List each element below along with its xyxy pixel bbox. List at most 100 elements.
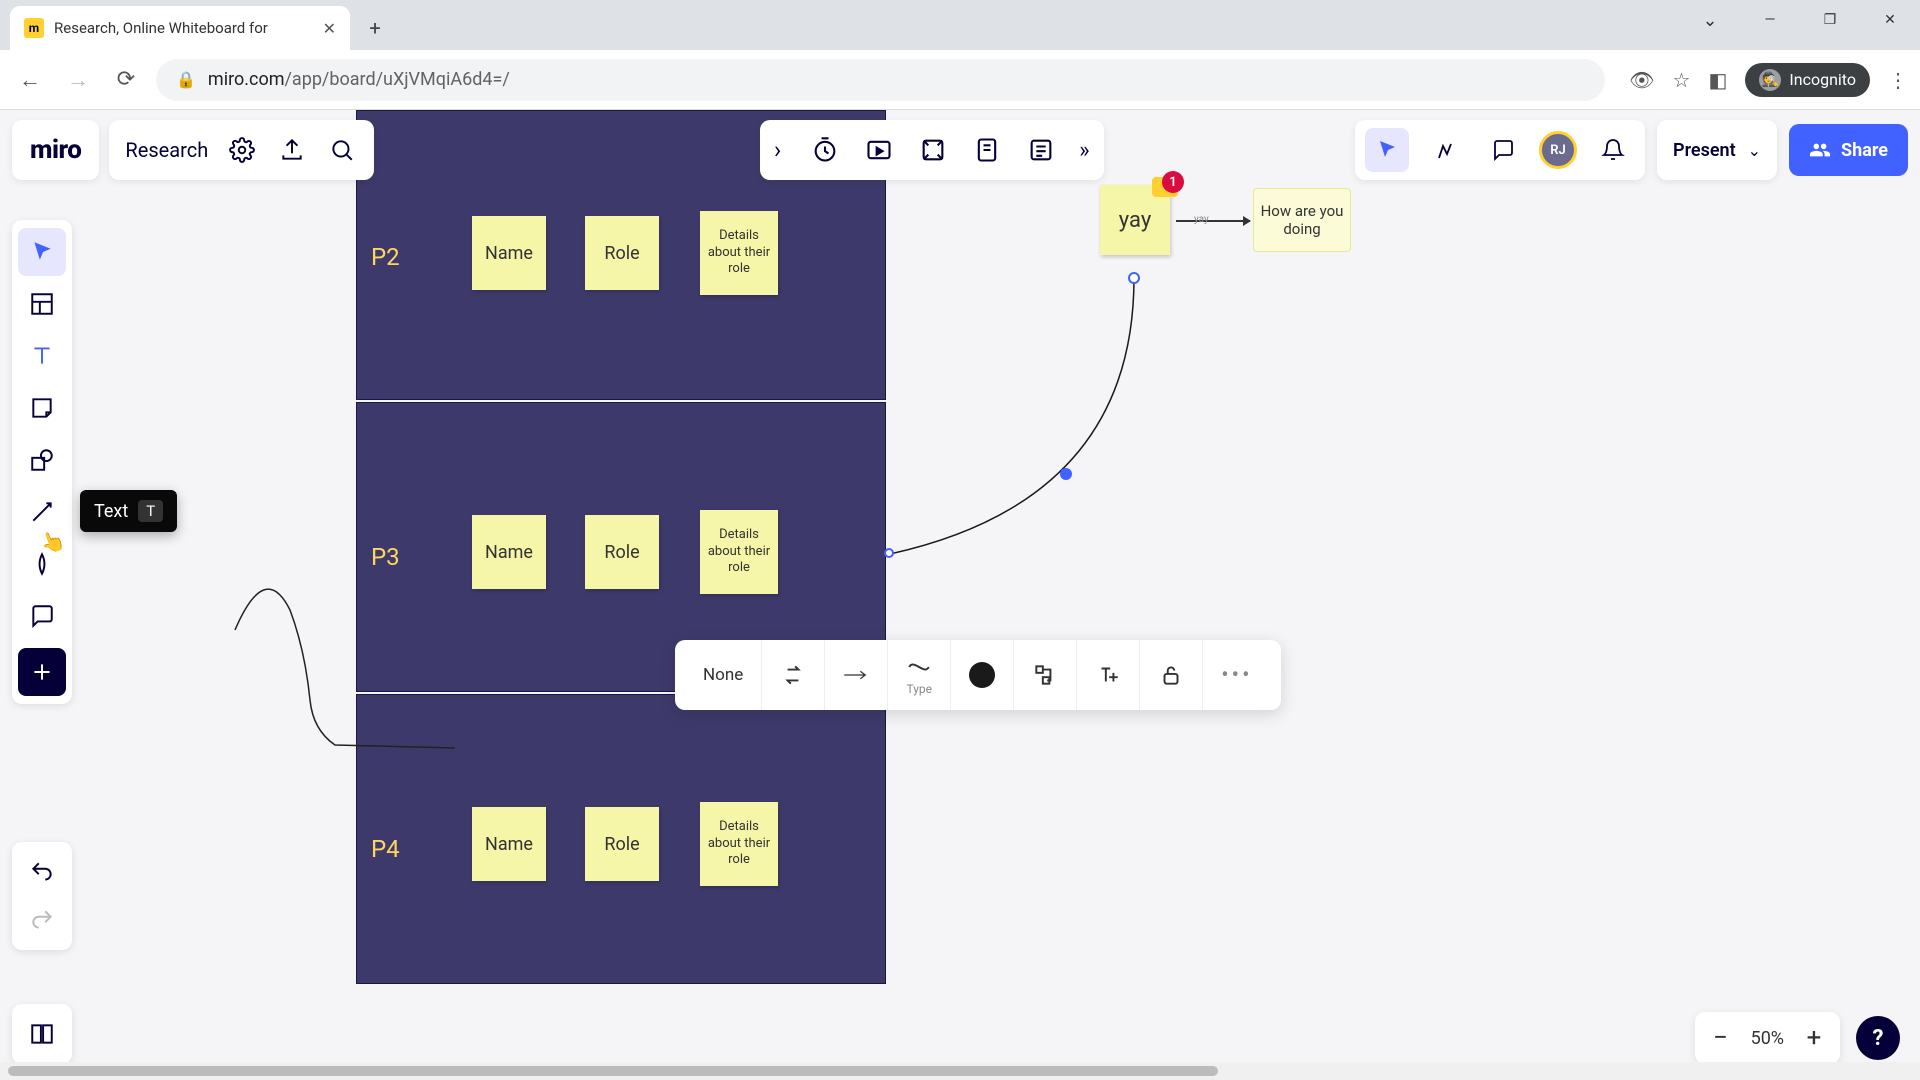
line-end-style[interactable] — [825, 640, 888, 710]
sticky-tool[interactable] — [18, 384, 66, 432]
maximize-window-icon[interactable]: ❐ — [1800, 0, 1860, 40]
sticky-details[interactable]: Details about their role — [700, 211, 778, 295]
sticky-yay[interactable]: yay 1 — [1100, 185, 1170, 255]
row-label: P3 — [371, 543, 400, 571]
tab-title: Research, Online Whiteboard for — [54, 19, 313, 37]
swap-ends-button[interactable] — [762, 640, 825, 710]
left-toolbar — [12, 220, 72, 704]
miro-favicon: m — [24, 18, 44, 38]
tooltip-shortcut: T — [138, 500, 163, 522]
help-button[interactable]: ? — [1856, 1016, 1900, 1060]
sticky-role[interactable]: Role — [585, 515, 659, 589]
more-apps-icon[interactable]: » — [1079, 138, 1089, 163]
more-options-button[interactable]: ••• — [1203, 640, 1270, 710]
search-icon[interactable] — [326, 134, 358, 166]
curve-mid-handle[interactable] — [1060, 468, 1072, 480]
horizontal-scrollbar[interactable] — [0, 1062, 1920, 1080]
board-name[interactable]: Research — [125, 138, 208, 162]
present-button[interactable]: Present — [1673, 140, 1736, 161]
sticky-how-are-you[interactable]: How are you doing — [1253, 188, 1351, 252]
sticky-details[interactable]: Details about their role — [700, 510, 778, 594]
comment-count-badge: 1 — [1162, 171, 1184, 193]
miro-logo: miro — [30, 135, 81, 165]
more-tools-button[interactable] — [18, 648, 66, 696]
miro-logo-button[interactable]: miro — [12, 120, 99, 180]
comment-tool[interactable] — [18, 592, 66, 640]
url-text: miro.com/app/board/uXjVMqiA6d4=/ — [208, 69, 510, 90]
sticky-name[interactable]: Name — [472, 807, 546, 881]
new-tab-button[interactable]: + — [358, 11, 392, 45]
panels-toolbar — [12, 1004, 72, 1064]
tooltip-label: Text — [94, 501, 128, 522]
canvas[interactable]: P2 Name Role Details about their role P3… — [0, 110, 1920, 1080]
incognito-badge[interactable]: 🕵 Incognito — [1745, 63, 1870, 97]
zoom-in-button[interactable]: + — [1802, 1023, 1826, 1053]
timer-icon[interactable] — [809, 134, 841, 166]
comments-button[interactable] — [1481, 128, 1525, 172]
forward-button: → — [60, 62, 96, 98]
sticky-name[interactable]: Name — [472, 216, 546, 290]
sticky-role[interactable]: Role — [585, 807, 659, 881]
back-button[interactable]: ← — [12, 62, 48, 98]
selected-curve[interactable] — [880, 260, 1160, 660]
eye-off-icon[interactable]: 👁 — [1629, 68, 1654, 92]
undo-button[interactable] — [18, 848, 66, 896]
text-tool[interactable] — [18, 332, 66, 380]
card-icon[interactable] — [971, 134, 1003, 166]
curve-endpoint-handle[interactable] — [884, 548, 894, 558]
incognito-label: Incognito — [1789, 70, 1856, 89]
freehand-sketch[interactable] — [215, 570, 475, 770]
export-icon[interactable] — [276, 134, 308, 166]
lock-icon: 🔒 — [176, 70, 196, 89]
line-start-style[interactable]: None — [685, 640, 762, 710]
add-text-button[interactable] — [1077, 640, 1140, 710]
miro-app: P2 Name Role Details about their role P3… — [0, 110, 1920, 1080]
line-context-toolbar: None Type ••• — [675, 640, 1281, 710]
board-header: Research — [109, 120, 374, 180]
close-tab-icon[interactable]: ✕ — [323, 19, 336, 38]
browser-menu-icon[interactable]: ⋮ — [1888, 68, 1908, 92]
shapes-tool[interactable] — [18, 436, 66, 484]
scrollbar-thumb[interactable] — [8, 1066, 1218, 1076]
present-dropdown-icon[interactable]: ⌄ — [1748, 141, 1761, 160]
line-color-button[interactable] — [951, 640, 1014, 710]
sticky-role[interactable]: Role — [585, 216, 659, 290]
tab-search-icon[interactable]: ⌄ — [1680, 0, 1740, 40]
settings-icon[interactable] — [226, 134, 258, 166]
zoom-controls: − 50% + — [1695, 1012, 1840, 1064]
frames-icon[interactable] — [917, 134, 949, 166]
sticky-name[interactable]: Name — [472, 515, 546, 589]
avatar[interactable]: RJ — [1539, 131, 1577, 169]
connector-label[interactable]: yay — [1194, 214, 1209, 225]
share-label: Share — [1841, 140, 1888, 161]
browser-tab[interactable]: m Research, Online Whiteboard for ✕ — [10, 6, 350, 50]
close-window-icon[interactable]: ✕ — [1860, 0, 1920, 40]
reload-button[interactable]: ⟳ — [108, 62, 144, 98]
minimize-window-icon[interactable]: — — [1740, 0, 1800, 40]
zoom-value[interactable]: 50% — [1751, 1028, 1784, 1049]
notes-icon[interactable] — [1025, 134, 1057, 166]
lock-button[interactable] — [1140, 640, 1203, 710]
select-tool[interactable] — [18, 228, 66, 276]
presentation-icon[interactable] — [863, 134, 895, 166]
expand-panel-icon[interactable]: › — [774, 136, 781, 164]
url-field[interactable]: 🔒 miro.com/app/board/uXjVMqiA6d4=/ — [156, 59, 1605, 101]
row-label: P2 — [371, 243, 400, 271]
browser-tab-strip: m Research, Online Whiteboard for ✕ + ⌄ … — [0, 0, 1920, 50]
curve-endpoint-handle[interactable] — [1128, 272, 1140, 284]
share-button[interactable]: Share — [1789, 124, 1908, 176]
connector-arrow[interactable] — [1176, 220, 1250, 222]
sticky-details[interactable]: Details about their role — [700, 802, 778, 886]
line-type-button[interactable]: Type — [888, 640, 951, 710]
zoom-out-button[interactable]: − — [1709, 1023, 1733, 1053]
address-bar: ← → ⟳ 🔒 miro.com/app/board/uXjVMqiA6d4=/… — [0, 50, 1920, 110]
apps-bar: › » — [760, 120, 1104, 180]
cursor-mode-button[interactable] — [1365, 128, 1409, 172]
frames-panel-button[interactable] — [18, 1010, 66, 1058]
reactions-button[interactable] — [1423, 128, 1467, 172]
extensions-icon[interactable]: ◧ — [1708, 68, 1727, 92]
notifications-button[interactable] — [1591, 128, 1635, 172]
bookmark-icon[interactable]: ☆ — [1673, 68, 1691, 92]
templates-tool[interactable] — [18, 280, 66, 328]
line-route-button[interactable] — [1014, 640, 1077, 710]
